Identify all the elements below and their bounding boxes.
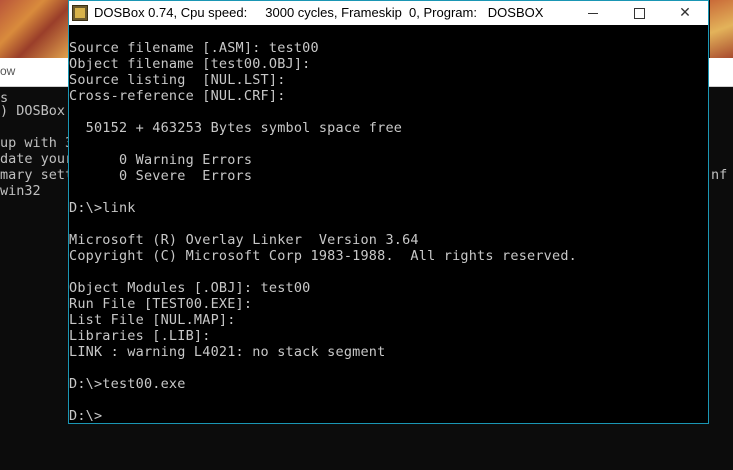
terminal-line: 0 Warning Errors [69, 152, 253, 168]
terminal-line: D:\>test00.exe [69, 376, 186, 392]
minimize-button[interactable] [570, 1, 616, 25]
terminal-line: Source listing [NUL.LST]: [69, 72, 286, 88]
terminal-line: Run File [TEST00.EXE]: [69, 296, 253, 312]
maximize-button[interactable] [616, 1, 662, 25]
background-console-line: win32 [0, 183, 41, 199]
terminal-line: Source filename [.ASM]: test00 [69, 40, 319, 56]
background-console-line: up with 3 [0, 135, 74, 151]
terminal-line: Microsoft (R) Overlay Linker Version 3.6… [69, 232, 419, 248]
close-button[interactable]: ✕ [662, 1, 708, 25]
background-console-line: mary sett [0, 167, 74, 183]
terminal-line: Copyright (C) Microsoft Corp 1983-1988. … [69, 248, 577, 264]
terminal-line: D:\>link [69, 200, 136, 216]
terminal-line: 50152 + 463253 Bytes symbol space free [69, 120, 403, 136]
minimize-icon [588, 12, 598, 14]
maximize-icon [633, 7, 645, 19]
terminal-line: 0 Severe Errors [69, 168, 253, 184]
close-icon: ✕ [679, 5, 691, 21]
desktop-wallpaper [0, 0, 68, 58]
background-console-fragment: nf [711, 167, 728, 183]
window-title: DOSBox 0.74, Cpu speed: 3000 cycles, Fra… [94, 5, 544, 20]
terminal-line: LINK : warning L4021: no stack segment [69, 344, 386, 360]
dosbox-window[interactable]: DOSBox 0.74, Cpu speed: 3000 cycles, Fra… [68, 0, 709, 424]
dos-terminal-screen[interactable]: Source filename [.ASM]: test00 Object fi… [69, 25, 708, 424]
terminal-line: Libraries [.LIB]: [69, 328, 211, 344]
background-console-line: date your [0, 151, 74, 167]
terminal-line: Object Modules [.OBJ]: test00 [69, 280, 311, 296]
desktop-wallpaper-right [710, 0, 733, 58]
background-window-title: ow [0, 64, 16, 78]
terminal-line: Cross-reference [NUL.CRF]: [69, 88, 286, 104]
dosbox-app-icon[interactable] [72, 5, 88, 21]
terminal-line: List File [NUL.MAP]: [69, 312, 236, 328]
command-prompt[interactable]: D:\> [69, 408, 102, 424]
terminal-line: Object filename [test00.OBJ]: [69, 56, 311, 72]
dosbox-titlebar[interactable]: DOSBox 0.74, Cpu speed: 3000 cycles, Fra… [69, 1, 708, 25]
